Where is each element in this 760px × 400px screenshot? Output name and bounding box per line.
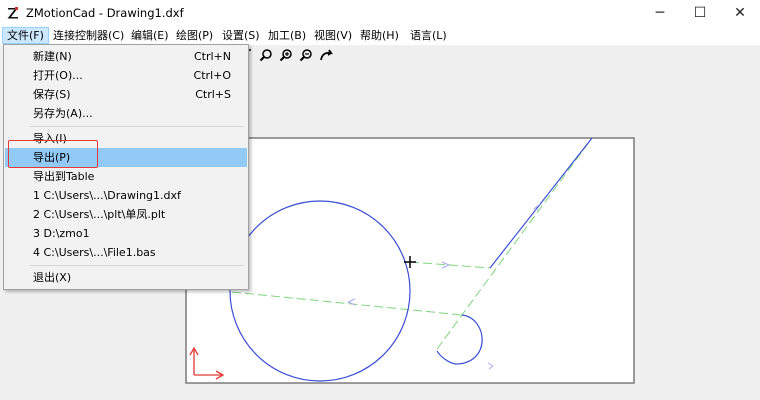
- menu-item-label: 退出(X): [33, 271, 72, 284]
- menu-connect-controller[interactable]: 连接控制器(C): [49, 27, 128, 44]
- zoom-out-icon[interactable]: [299, 48, 313, 62]
- menu-item-label: 1 C:\Users\...\Drawing1.dxf: [33, 189, 181, 202]
- zoom-in-icon[interactable]: [259, 48, 273, 62]
- menu-item-open[interactable]: 打开(O)... Ctrl+O: [5, 66, 247, 85]
- menu-item-recent-1[interactable]: 1 C:\Users\...\Drawing1.dxf: [5, 186, 247, 205]
- menu-process[interactable]: 加工(B): [264, 27, 310, 44]
- menu-edit[interactable]: 编辑(E): [127, 27, 173, 44]
- zoom-in-plus-icon[interactable]: [279, 48, 293, 62]
- menu-item-shortcut: Ctrl+N: [193, 50, 231, 63]
- menu-item-export-table[interactable]: 导出到Table: [5, 167, 247, 186]
- menu-bar: 文件(F) 连接控制器(C) 编辑(E) 绘图(P) 设置(S) 加工(B) 视…: [0, 26, 760, 45]
- menu-item-label: 打开(O)...: [33, 69, 83, 82]
- menu-item-label: 另存为(A)...: [33, 107, 93, 120]
- menu-item-recent-2[interactable]: 2 C:\Users\...\plt\单凤.plt: [5, 205, 247, 224]
- menu-item-label: 4 C:\Users\...\File1.bas: [33, 246, 156, 259]
- minimize-button[interactable]: ─: [642, 0, 678, 26]
- menu-help[interactable]: 帮助(H): [356, 27, 403, 44]
- menu-item-label: 导出到Table: [33, 170, 95, 183]
- menu-item-new[interactable]: 新建(N) Ctrl+N: [5, 47, 247, 66]
- menu-item-exit[interactable]: 退出(X): [5, 268, 247, 287]
- menu-item-save[interactable]: 保存(S) Ctrl+S: [5, 85, 247, 104]
- pan-icon[interactable]: [319, 48, 333, 62]
- zmotion-logo-icon: [6, 6, 20, 20]
- menu-view[interactable]: 视图(V): [310, 27, 356, 44]
- menu-item-recent-3[interactable]: 3 D:\zmo1: [5, 224, 247, 243]
- menu-settings[interactable]: 设置(S): [218, 27, 264, 44]
- menu-item-label: 新建(N): [33, 50, 72, 63]
- menu-file[interactable]: 文件(F): [2, 27, 49, 44]
- window-title: ZMotionCad - Drawing1.dxf: [26, 6, 184, 20]
- annotation-highlight-box: [8, 140, 98, 168]
- menu-item-label: 2 C:\Users\...\plt\单凤.plt: [33, 208, 166, 221]
- menu-separator: [30, 126, 244, 127]
- menu-separator: [30, 265, 244, 266]
- menu-item-recent-4[interactable]: 4 C:\Users\...\File1.bas: [5, 243, 247, 262]
- menu-item-shortcut: Ctrl+O: [193, 69, 231, 82]
- menu-item-save-as[interactable]: 另存为(A)...: [5, 104, 247, 123]
- menu-language[interactable]: 语言(L): [406, 27, 451, 44]
- close-button[interactable]: ✕: [722, 0, 758, 26]
- title-bar: ZMotionCad - Drawing1.dxf ─ ☐ ✕: [0, 0, 760, 26]
- menu-draw[interactable]: 绘图(P): [172, 27, 217, 44]
- menu-item-label: 保存(S): [33, 88, 71, 101]
- menu-item-label: 3 D:\zmo1: [33, 227, 90, 240]
- maximize-button[interactable]: ☐: [682, 0, 718, 26]
- menu-item-shortcut: Ctrl+S: [195, 88, 231, 101]
